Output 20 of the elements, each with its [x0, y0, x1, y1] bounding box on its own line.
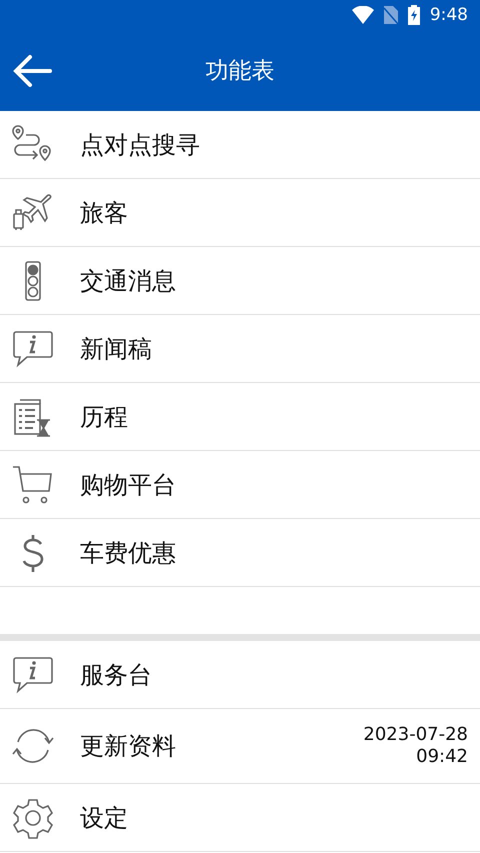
page-title: 功能表	[206, 58, 274, 84]
menu-item[interactable]: 交通消息	[0, 247, 480, 315]
cart-icon	[12, 464, 54, 506]
menu-item[interactable]: 历程	[0, 383, 480, 451]
menu-item[interactable]: 更新资料 2023-07-28 09:42	[0, 709, 480, 784]
menu-item[interactable]: 旅客	[0, 179, 480, 247]
menu-item[interactable]: 新闻稿	[0, 315, 480, 383]
menu-item[interactable]: 设定	[0, 784, 480, 852]
back-arrow-icon	[13, 54, 53, 88]
no-sim-icon	[384, 6, 398, 24]
wifi-icon	[352, 6, 374, 24]
update-date: 2023-07-28	[363, 724, 468, 746]
menu-item[interactable]: 服务台	[0, 641, 480, 709]
menu-item[interactable]: 车费优惠	[0, 519, 480, 587]
menu-item[interactable]: 购物平台	[0, 451, 480, 519]
settings-icon	[12, 796, 54, 838]
update-time: 09:42	[416, 746, 468, 768]
menu-item[interactable]: 点对点搜寻	[0, 111, 480, 179]
status-time: 9:48	[430, 5, 468, 25]
battery-charging-icon	[408, 5, 420, 25]
